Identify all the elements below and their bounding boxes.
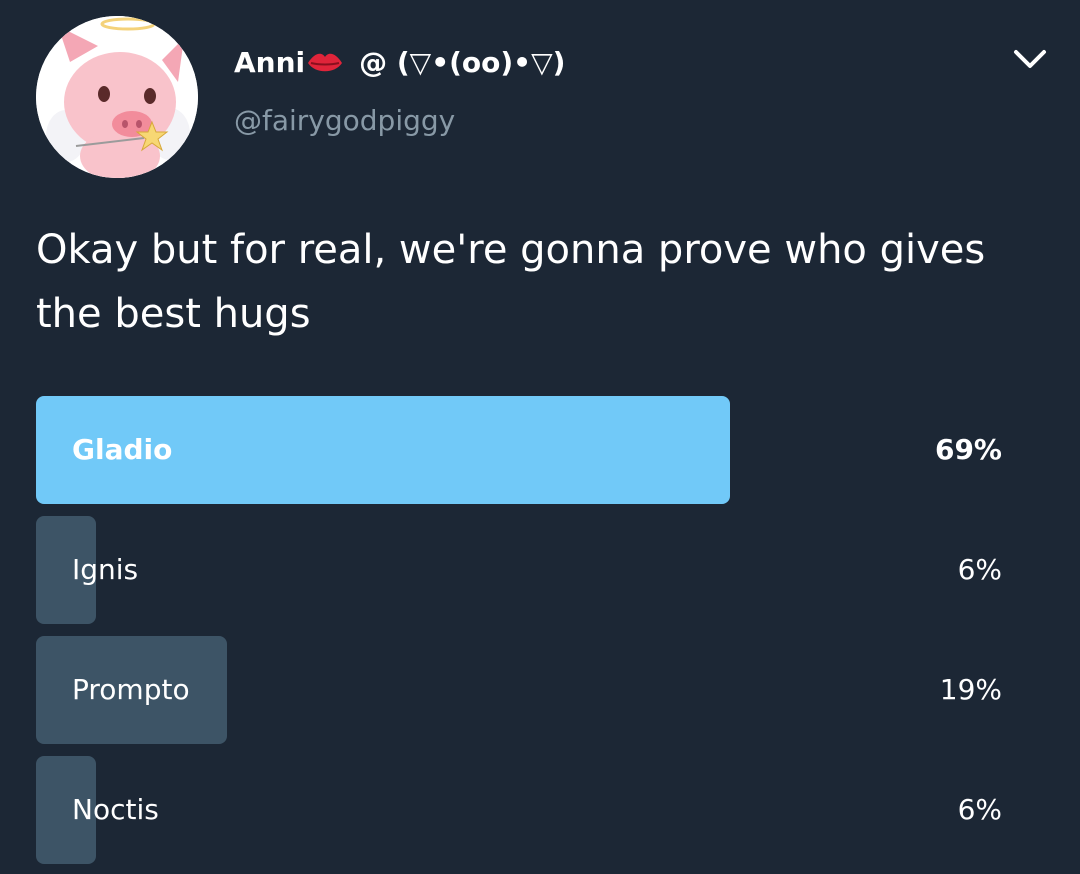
poll-option-ignis[interactable]: Ignis 6% <box>36 516 1036 624</box>
poll-option-label: Prompto <box>72 673 190 706</box>
chevron-down-icon[interactable] <box>1010 44 1050 74</box>
display-name-suffix: @ (▽•(oo)•▽) <box>359 46 566 79</box>
pig-avatar-icon <box>36 16 198 178</box>
poll-option-percent: 19% <box>939 673 1002 706</box>
tweet-text: Okay but for real, we're gonna prove who… <box>36 227 986 337</box>
poll-option-label: Noctis <box>72 793 159 826</box>
poll-option-percent: 6% <box>957 553 1002 586</box>
user-handle[interactable]: @fairygodpiggy <box>234 104 455 137</box>
poll: Gladio 69% Ignis 6% Prompto 19% Noctis 6… <box>36 396 1036 874</box>
poll-option-label: Ignis <box>72 553 139 586</box>
display-name[interactable]: Anni @ (▽•(oo)•▽) <box>234 46 565 79</box>
poll-option-prompto[interactable]: Prompto 19% <box>36 636 1036 744</box>
avatar[interactable] <box>36 16 198 178</box>
display-name-text: Anni <box>234 46 306 79</box>
lips-icon <box>308 53 343 71</box>
poll-option-noctis[interactable]: Noctis 6% <box>36 756 1036 864</box>
poll-option-label: Gladio <box>72 433 173 466</box>
poll-option-percent: 69% <box>934 433 1002 466</box>
poll-option-percent: 6% <box>957 793 1002 826</box>
poll-option-gladio[interactable]: Gladio 69% <box>36 396 1036 504</box>
